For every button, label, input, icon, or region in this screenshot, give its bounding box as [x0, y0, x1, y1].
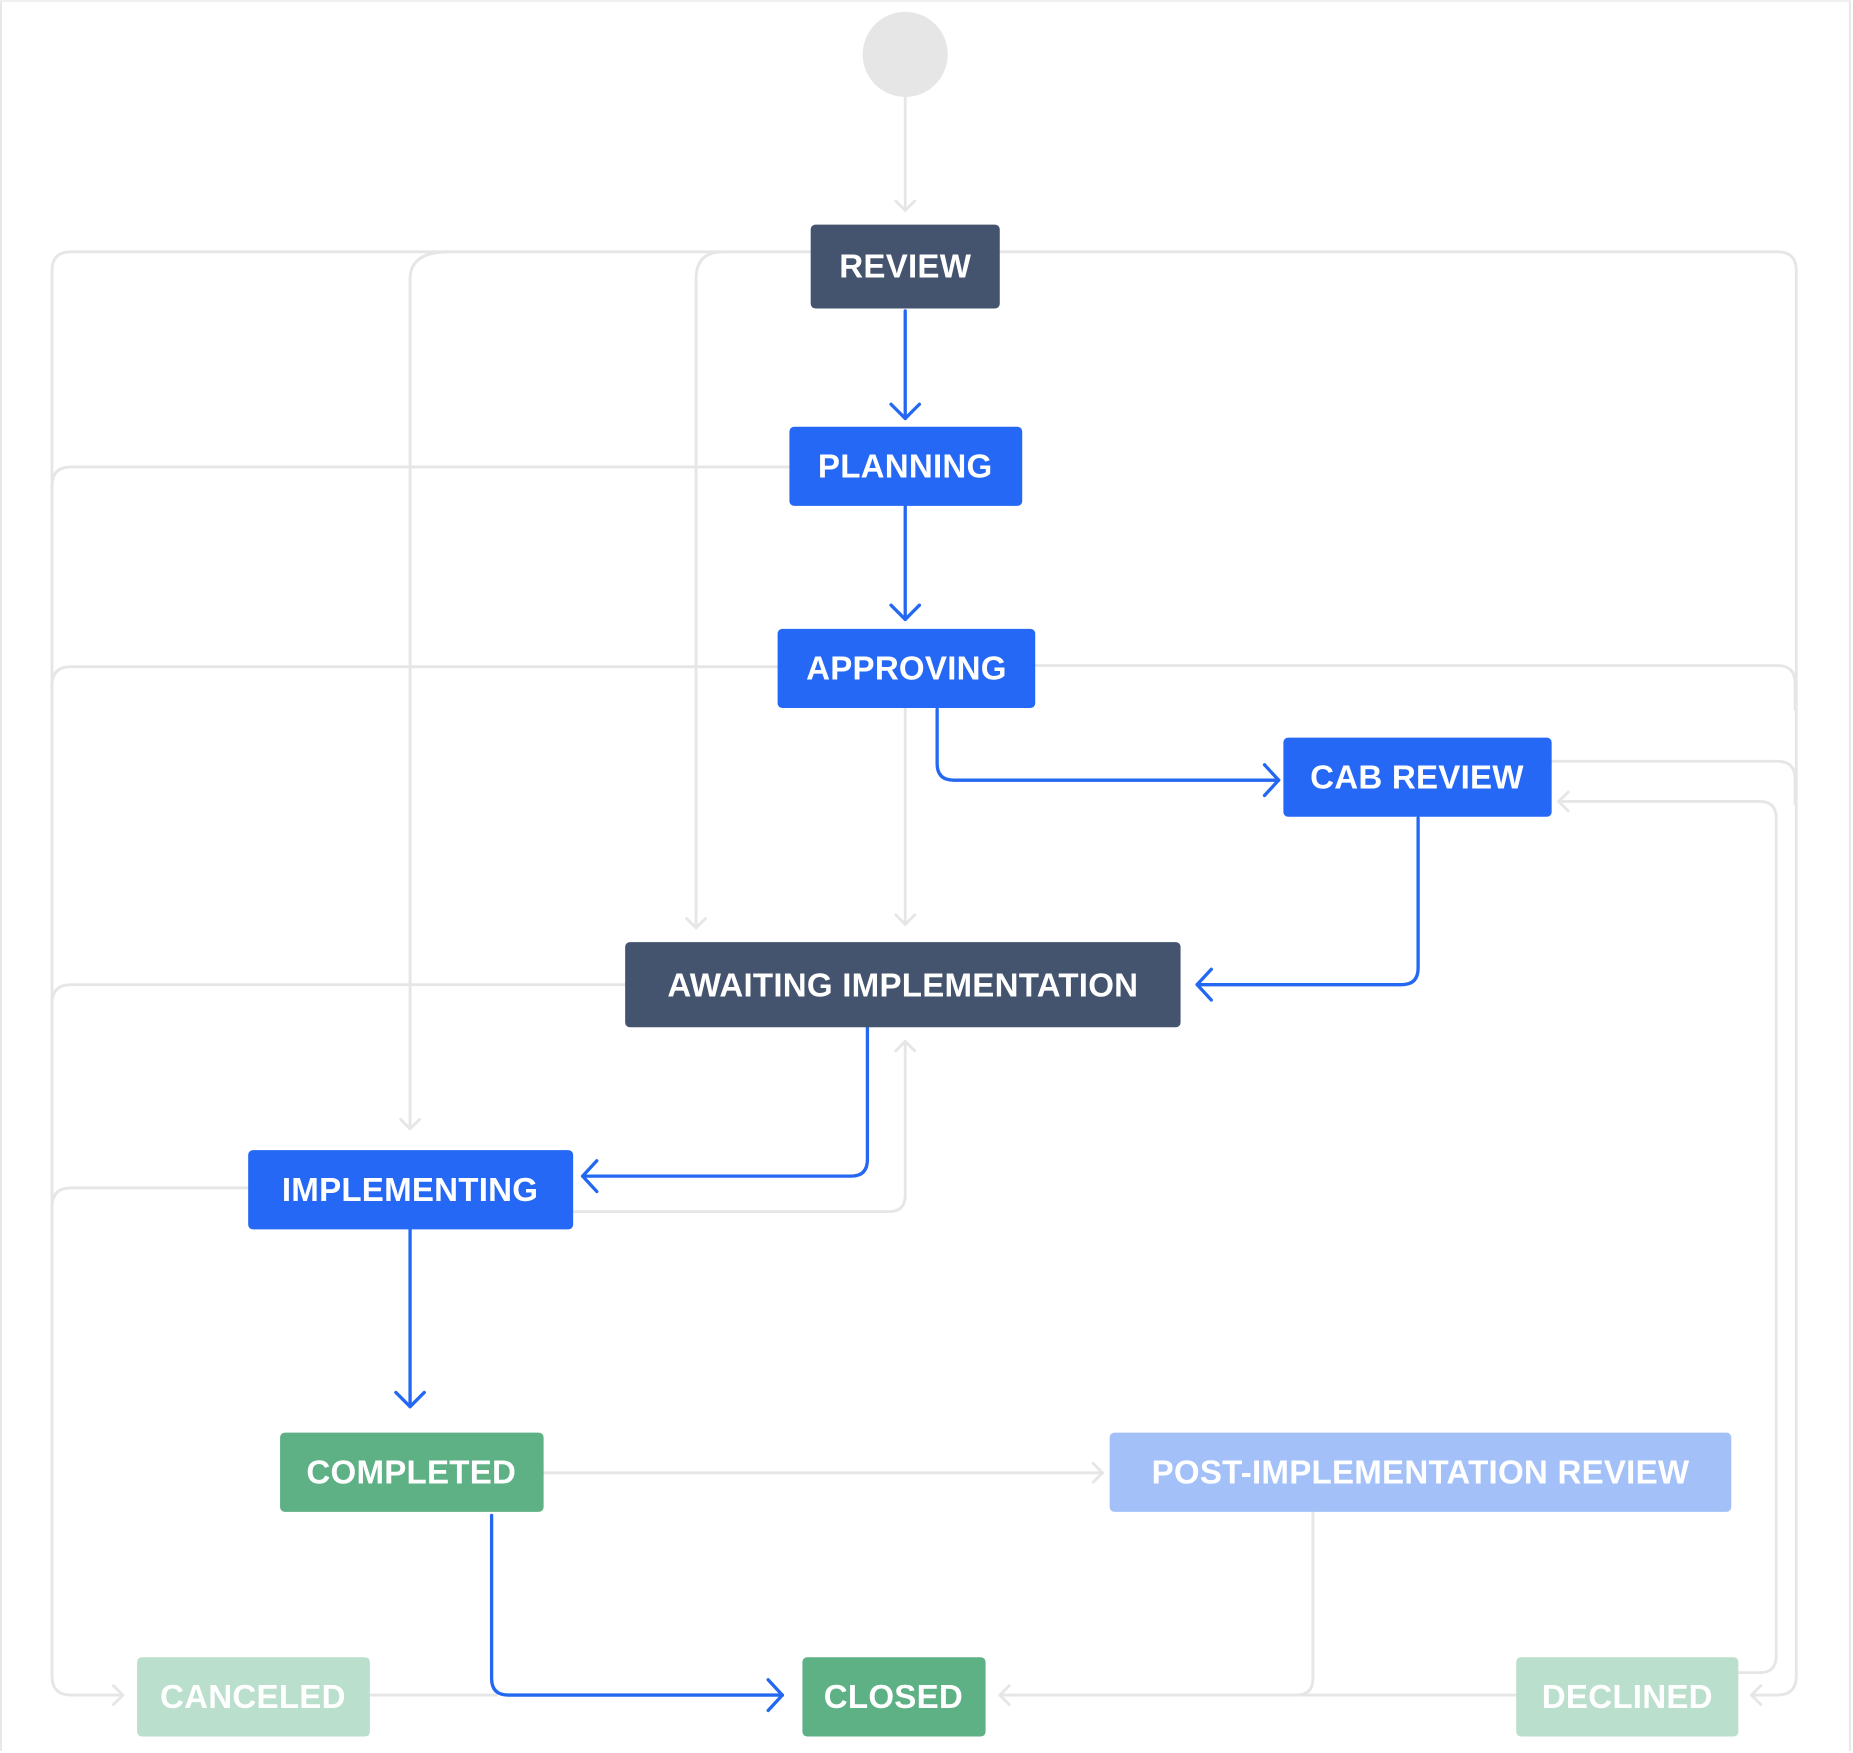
edge-planning-to-canceled[interactable] — [50, 465, 791, 510]
status-post-implementation-review[interactable]: POST-IMPLEMENTATION REVIEW — [1109, 1432, 1732, 1512]
edge-declined-to-cab-review[interactable] — [1557, 800, 1778, 1675]
status-planning[interactable]: PLANNING — [789, 426, 1023, 506]
status-implementing-label: IMPLEMENTING — [282, 1172, 538, 1209]
edge-approving-to-canceled[interactable] — [50, 665, 780, 711]
edge-implementing-to-awaiting[interactable] — [571, 1039, 907, 1214]
status-review-label: REVIEW — [839, 249, 971, 286]
start-node — [862, 11, 948, 97]
status-closed[interactable]: CLOSED — [802, 1657, 986, 1737]
status-awaiting-implementation-label: AWAITING IMPLEMENTATION — [667, 967, 1138, 1004]
edge-approving-to-declined[interactable] — [1033, 664, 1797, 711]
status-declined[interactable]: DECLINED — [1516, 1657, 1739, 1737]
status-approving-label: APPROVING — [806, 651, 1007, 688]
edge-implementing-to-canceled[interactable] — [50, 1186, 250, 1231]
edge-approving-to-cab-review[interactable] — [935, 707, 1281, 782]
status-completed[interactable]: COMPLETED — [280, 1432, 544, 1512]
status-approving[interactable]: APPROVING — [777, 628, 1036, 709]
status-planning-label: PLANNING — [818, 448, 993, 485]
status-completed-label: COMPLETED — [306, 1454, 516, 1491]
edge-pir-to-closed[interactable] — [998, 1511, 1315, 1697]
status-post-implementation-review-label: POST-IMPLEMENTATION REVIEW — [1152, 1454, 1690, 1491]
edge-completed-to-closed[interactable] — [489, 1513, 784, 1697]
status-closed-label: CLOSED — [824, 1679, 963, 1716]
status-review[interactable]: REVIEW — [810, 224, 1000, 309]
status-awaiting-implementation[interactable]: AWAITING IMPLEMENTATION — [625, 942, 1181, 1028]
status-implementing[interactable]: IMPLEMENTING — [248, 1150, 574, 1230]
status-cab-review-label: CAB REVIEW — [1310, 759, 1524, 796]
edge-awaiting-to-canceled[interactable] — [50, 983, 627, 1030]
status-cab-review[interactable]: CAB REVIEW — [1283, 737, 1552, 817]
edge-review-to-implementing[interactable] — [408, 250, 451, 1131]
edge-cab-review-to-declined[interactable] — [1550, 759, 1797, 806]
workflow-diagram: REVIEW PLANNING APPROVING CAB REVIEW AWA… — [50, 11, 1798, 1737]
status-canceled[interactable]: CANCELED — [137, 1657, 370, 1737]
status-canceled-label: CANCELED — [160, 1679, 346, 1716]
edge-cab-review-to-awaiting[interactable] — [1195, 816, 1420, 987]
edge-review-to-awaiting[interactable] — [694, 250, 725, 930]
status-declined-label: DECLINED — [1542, 1679, 1713, 1716]
edge-awaiting-to-implementing[interactable] — [580, 1025, 870, 1178]
